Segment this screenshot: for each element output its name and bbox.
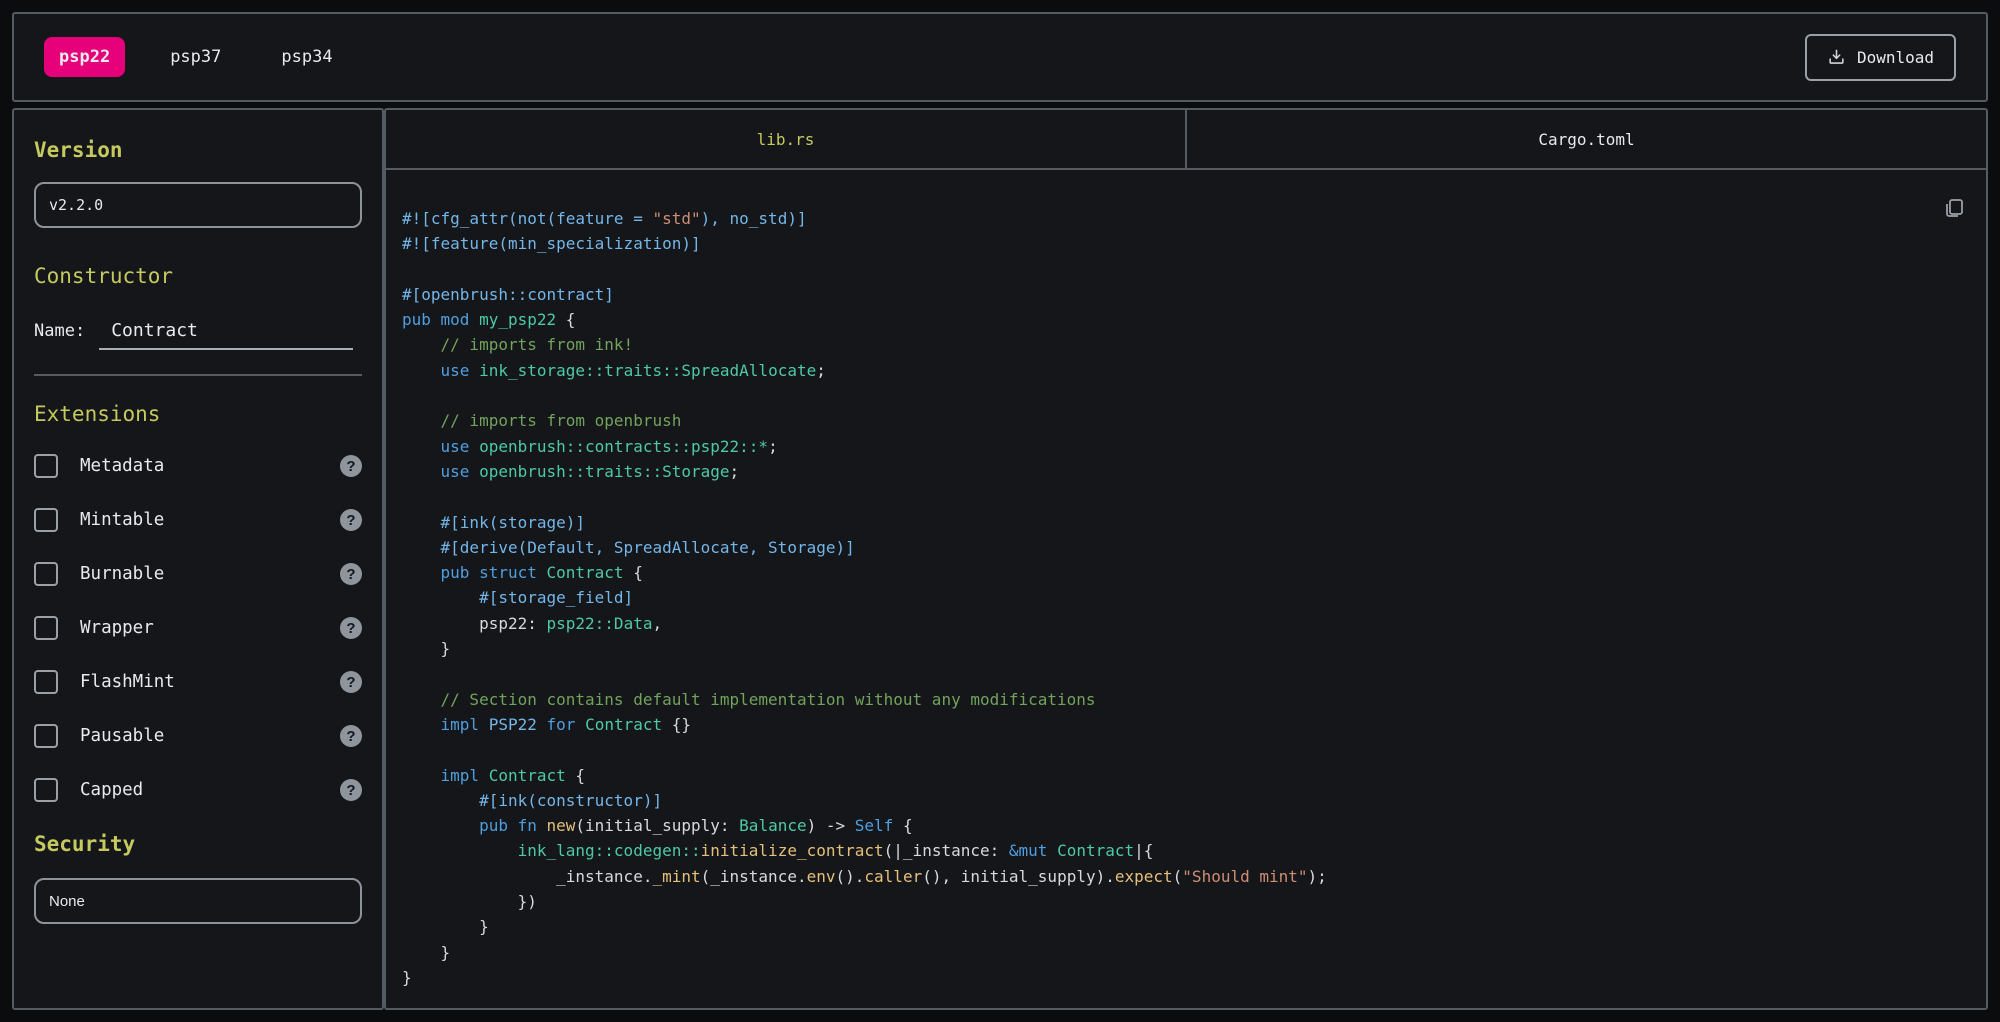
editor-panel: lib.rsCargo.toml #![cfg_attr(not(feature… — [384, 108, 1988, 1010]
page: psp22 psp37 psp34 Download Version v2.2.0 … — [0, 0, 2000, 1022]
code-line: #[openbrush::contract] — [402, 282, 1970, 307]
code-line: psp22: psp22::Data, — [402, 611, 1970, 636]
extension-row-mintable: Mintable? — [34, 508, 362, 532]
extension-label: Metadata — [80, 456, 164, 476]
code-line: pub mod my_psp22 { — [402, 307, 1970, 332]
code-line — [402, 661, 1970, 686]
extension-row-pausable: Pausable? — [34, 724, 362, 748]
help-icon[interactable]: ? — [340, 725, 362, 747]
code-line: impl Contract { — [402, 763, 1970, 788]
extension-checkbox-capped[interactable] — [34, 778, 58, 802]
code-line: pub fn new(initial_supply: Balance) -> S… — [402, 813, 1970, 838]
help-icon[interactable]: ? — [340, 617, 362, 639]
name-label: Name: — [34, 321, 85, 341]
extension-label: FlashMint — [80, 672, 175, 692]
section-divider — [34, 374, 362, 376]
code-line: // imports from openbrush — [402, 408, 1970, 433]
extension-checkbox-burnable[interactable] — [34, 562, 58, 586]
code-line: #![feature(min_specialization)] — [402, 231, 1970, 256]
constructor-name-row: Name: — [34, 320, 362, 350]
code-line: impl PSP22 for Contract {} — [402, 712, 1970, 737]
code-line: #[ink(constructor)] — [402, 788, 1970, 813]
code-line: pub struct Contract { — [402, 560, 1970, 585]
code-line — [402, 383, 1970, 408]
extensions-heading: Extensions — [34, 402, 362, 426]
content-row: Version v2.2.0 Constructor Name: Extensi… — [12, 108, 1988, 1010]
download-button[interactable]: Download — [1805, 34, 1956, 81]
help-icon[interactable]: ? — [340, 779, 362, 801]
download-label: Download — [1857, 48, 1934, 67]
security-value: None — [49, 893, 85, 910]
code-line: _instance._mint(_instance.env().caller()… — [402, 864, 1970, 889]
extension-label: Capped — [80, 780, 143, 800]
copy-icon[interactable] — [1942, 196, 1966, 224]
code-line: #[derive(Default, SpreadAllocate, Storag… — [402, 535, 1970, 560]
extensions-list: Metadata?Mintable?Burnable?Wrapper?Flash… — [34, 454, 362, 802]
security-select[interactable]: None — [34, 878, 362, 924]
extension-checkbox-mintable[interactable] — [34, 508, 58, 532]
code-area: #![cfg_attr(not(feature = "std"), no_std… — [386, 170, 1986, 1008]
source-code: #![cfg_attr(not(feature = "std"), no_std… — [402, 206, 1970, 990]
version-value: v2.2.0 — [49, 196, 103, 214]
code-line: #[ink(storage)] — [402, 510, 1970, 535]
extension-label: Mintable — [80, 510, 164, 530]
code-line: use openbrush::contracts::psp22::*; — [402, 434, 1970, 459]
extension-checkbox-pausable[interactable] — [34, 724, 58, 748]
name-input[interactable] — [99, 320, 353, 350]
extension-checkbox-wrapper[interactable] — [34, 616, 58, 640]
extension-label: Pausable — [80, 726, 164, 746]
extension-row-metadata: Metadata? — [34, 454, 362, 478]
extension-row-capped: Capped? — [34, 778, 362, 802]
header-bar: psp22 psp37 psp34 Download — [12, 12, 1988, 102]
editor-tab-cargo-toml[interactable]: Cargo.toml — [1185, 110, 1986, 168]
code-line: // Section contains default implementati… — [402, 687, 1970, 712]
code-line: // imports from ink! — [402, 332, 1970, 357]
extension-row-wrapper: Wrapper? — [34, 616, 362, 640]
security-heading: Security — [34, 832, 362, 856]
code-line: use openbrush::traits::Storage; — [402, 459, 1970, 484]
help-icon[interactable]: ? — [340, 509, 362, 531]
code-line — [402, 257, 1970, 282]
download-icon — [1827, 48, 1846, 67]
code-line: #[storage_field] — [402, 585, 1970, 610]
code-line: #![cfg_attr(not(feature = "std"), no_std… — [402, 206, 1970, 231]
version-heading: Version — [34, 138, 362, 162]
extension-label: Burnable — [80, 564, 164, 584]
code-line: } — [402, 914, 1970, 939]
code-line: } — [402, 636, 1970, 661]
help-icon[interactable]: ? — [340, 671, 362, 693]
code-line: } — [402, 940, 1970, 965]
contract-standard-tabs: psp22 psp37 psp34 — [44, 37, 348, 77]
extension-row-flashmint: FlashMint? — [34, 670, 362, 694]
help-icon[interactable]: ? — [340, 455, 362, 477]
extension-row-burnable: Burnable? — [34, 562, 362, 586]
code-line: } — [402, 965, 1970, 990]
editor-file-tabs: lib.rsCargo.toml — [386, 110, 1986, 170]
sidebar: Version v2.2.0 Constructor Name: Extensi… — [12, 108, 384, 1010]
code-line: use ink_storage::traits::SpreadAllocate; — [402, 358, 1970, 383]
tab-psp37[interactable]: psp37 — [155, 37, 236, 77]
help-icon[interactable]: ? — [340, 563, 362, 585]
code-line — [402, 484, 1970, 509]
constructor-heading: Constructor — [34, 264, 362, 288]
extension-label: Wrapper — [80, 618, 154, 638]
version-select[interactable]: v2.2.0 — [34, 182, 362, 228]
code-line: }) — [402, 889, 1970, 914]
editor-tab-lib-rs[interactable]: lib.rs — [386, 110, 1185, 168]
tab-psp34[interactable]: psp34 — [266, 37, 347, 77]
tab-psp22[interactable]: psp22 — [44, 37, 125, 77]
extension-checkbox-flashmint[interactable] — [34, 670, 58, 694]
code-line — [402, 737, 1970, 762]
extension-checkbox-metadata[interactable] — [34, 454, 58, 478]
code-line: ink_lang::codegen::initialize_contract(|… — [402, 838, 1970, 863]
